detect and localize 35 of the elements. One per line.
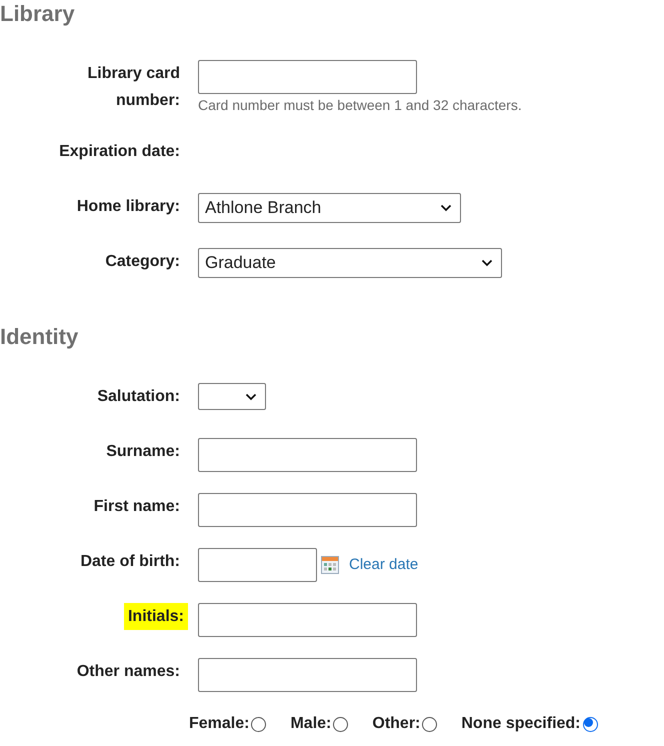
calendar-icon[interactable]: [321, 556, 339, 574]
radio-label: None specified:: [461, 714, 581, 734]
hint-text: Card number must be between 1 and 32 characters.: [198, 96, 522, 115]
field-label: Surname:: [106, 442, 180, 462]
chevron-icon: [440, 204, 452, 212]
select-field[interactable]: [198, 383, 266, 410]
input-field[interactable]: [198, 438, 417, 472]
field-label: First name:: [94, 497, 180, 517]
radio-button[interactable]: [251, 716, 266, 732]
field-label: Other names:: [76, 662, 180, 682]
input-field[interactable]: [198, 603, 417, 637]
field-label: Date of birth:: [80, 552, 180, 572]
field-label: Library card number:: [86, 64, 180, 111]
input-field[interactable]: [198, 658, 417, 692]
input-field[interactable]: [198, 493, 417, 527]
select-field[interactable]: Athlone Branch: [198, 193, 461, 223]
radio-label: Other:: [372, 714, 420, 734]
field-label: Category:: [105, 252, 180, 272]
section-heading: Identity: [0, 323, 80, 351]
radio-button[interactable]: [582, 716, 598, 732]
field-label: Expiration date:: [59, 142, 180, 162]
field-label: Salutation:: [97, 387, 180, 407]
chevron-icon: [481, 259, 493, 267]
radio-label: Female:: [189, 714, 250, 734]
radio-label: Male:: [290, 714, 332, 734]
input-field[interactable]: [198, 60, 417, 94]
clear-date-link[interactable]: Clear date: [349, 554, 418, 576]
date-field[interactable]: [198, 548, 317, 582]
select-field[interactable]: Graduate: [198, 248, 502, 278]
radio-button[interactable]: [333, 716, 348, 732]
field-label: Initials:: [124, 603, 188, 630]
chevron-icon: [245, 392, 257, 400]
radio-button[interactable]: [422, 716, 438, 732]
section-heading: Library: [0, 0, 76, 28]
field-label: Home library:: [76, 197, 180, 217]
